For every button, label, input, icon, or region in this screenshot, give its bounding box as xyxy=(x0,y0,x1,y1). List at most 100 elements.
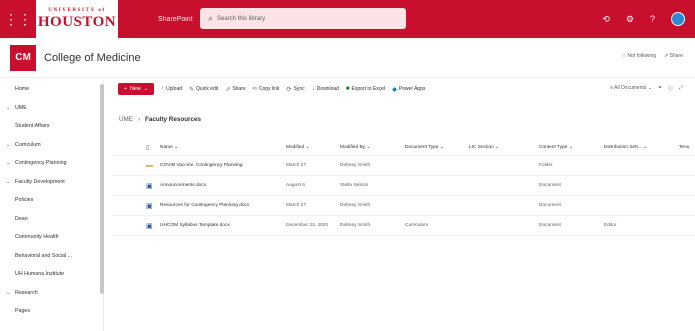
row-distribution xyxy=(604,196,674,215)
avatar[interactable] xyxy=(671,12,685,26)
filter-icon[interactable]: ⏷ xyxy=(658,85,662,92)
share-button[interactable]: ⇗ Share xyxy=(225,86,245,93)
sidebar-item[interactable]: Student Affairs xyxy=(0,117,103,136)
table-row[interactable]: ▣ Announcements.docx August 6 Stella Nelson… xyxy=(112,176,695,196)
chevron-down-icon[interactable]: ⌄ xyxy=(6,290,12,296)
upload-button[interactable]: ↑ Upload xyxy=(161,86,182,92)
sidebar-item[interactable]: ⌄ Faculty Development xyxy=(0,173,103,192)
search-placeholder: Search this library xyxy=(217,15,266,22)
notifications-icon[interactable]: ⟲ xyxy=(602,14,610,25)
settings-icon[interactable]: ⚙ xyxy=(626,14,634,25)
breadcrumb: UME › Faculty Resources xyxy=(119,116,201,123)
row-name[interactable]: UHCOM Syllabus Template.docx xyxy=(160,216,272,235)
upload-icon: ↑ xyxy=(161,86,165,92)
share-site-button[interactable]: ⇗ Share xyxy=(664,53,683,59)
suite-actions: ⟲ ⚙ ? xyxy=(602,0,685,38)
file-type-icon[interactable]: ▯ xyxy=(146,140,156,155)
download-button[interactable]: ↓ Download xyxy=(312,86,339,92)
power-apps-button[interactable]: ◆ Power Apps xyxy=(392,86,425,93)
row-name[interactable]: Announcements.docx xyxy=(160,176,272,195)
sidebar-item[interactable]: UH Humana Institute xyxy=(0,265,103,284)
site-logo[interactable]: CM xyxy=(10,44,36,71)
view-selector[interactable]: ≡ All Documents ⌄ xyxy=(610,85,652,92)
sidebar-item[interactable]: Policies xyxy=(0,191,103,210)
view-selector-label: All Documents xyxy=(614,85,647,91)
sidebar-item-label: Student Affairs xyxy=(15,123,50,130)
new-button[interactable]: + New ⌄ xyxy=(118,83,155,95)
row-name[interactable]: Resources for Contingency Planning.docx xyxy=(160,196,272,215)
sidebar-item[interactable]: Home xyxy=(0,80,103,99)
row-content-type: Folder xyxy=(539,163,553,168)
not-following-button[interactable]: ☆ Not following xyxy=(622,53,657,59)
excel-icon: ■ xyxy=(345,86,350,92)
chevron-down-icon[interactable]: ⌄ xyxy=(6,160,12,166)
not-following-label: Not following xyxy=(627,53,657,59)
column-name-label: Name xyxy=(160,145,173,150)
column-document-type[interactable]: Document Type ⌄ xyxy=(405,140,457,155)
quick-edit-label: Quick edit xyxy=(196,86,219,92)
chevron-down-icon: ⌄ xyxy=(143,86,149,92)
nav-scrollbar[interactable] xyxy=(100,84,104,294)
quick-edit-button[interactable]: ✎ Quick edit xyxy=(189,86,218,93)
sidebar-item-label: Policies xyxy=(15,197,34,204)
sidebar-item[interactable]: ⌄ Curriculum xyxy=(0,136,103,155)
column-content-type[interactable]: Content Type ⌄ xyxy=(539,140,593,155)
sidebar-item[interactable]: Dean xyxy=(0,210,103,229)
sidebar-item[interactable]: Pages xyxy=(0,302,103,321)
export-excel-button[interactable]: ■ Export to Excel xyxy=(346,86,385,92)
row-lic-section xyxy=(469,196,519,215)
column-lic-section[interactable]: LIC Section ⌄ xyxy=(469,140,519,155)
app-launcher-icon[interactable]: ⋮⋮ xyxy=(0,0,36,38)
site-title[interactable]: College of Medicine xyxy=(44,52,141,64)
table-row[interactable]: ▬ COVID Vaccine, Contingency Planning Marc… xyxy=(112,156,695,176)
university-logo[interactable]: UNIVERSITY of HOUSTON xyxy=(36,0,118,38)
sidebar-item-label: Community Health xyxy=(15,234,59,241)
sidebar-item[interactable]: Behavioral and Social ... xyxy=(0,247,103,266)
suite-bar: ⋮⋮ UNIVERSITY of HOUSTON SharePoint ⌕ Se… xyxy=(0,0,695,38)
chevron-down-icon[interactable]: ⌄ xyxy=(6,142,12,148)
column-modified[interactable]: Modified ⌄ xyxy=(286,140,334,155)
share-label: Share xyxy=(232,86,246,92)
sidebar-item[interactable]: ⌄ UME xyxy=(0,99,103,118)
help-icon[interactable]: ? xyxy=(650,14,655,24)
table-row[interactable]: ▣ Resources for Contingency Planning.docx… xyxy=(112,196,695,216)
row-modified-by: Debney Smith xyxy=(340,223,371,228)
view-controls: ≡ All Documents ⌄ ⏷ ⓘ ⤢ xyxy=(610,85,683,92)
sidebar-item-label: Pages xyxy=(15,308,31,315)
column-modified-label: Modified xyxy=(286,145,305,150)
power-apps-label: Power Apps xyxy=(398,86,426,92)
chevron-down-icon[interactable]: ⌄ xyxy=(6,105,12,111)
column-modified-by-label: Modified By xyxy=(340,145,366,150)
word-document-icon: ▣ xyxy=(146,182,153,190)
breadcrumb-root[interactable]: UME xyxy=(119,116,133,123)
column-overflow[interactable]: Tenu xyxy=(679,140,695,155)
search-box[interactable]: ⌕ Search this library xyxy=(200,8,406,29)
sidebar-item[interactable]: Community Health xyxy=(0,228,103,247)
sidebar-item-label: Behavioral and Social ... xyxy=(15,252,73,259)
row-document-type xyxy=(405,156,457,175)
row-document-type xyxy=(405,196,457,215)
info-icon[interactable]: ⓘ xyxy=(668,85,673,92)
column-name[interactable]: Name ⌄ xyxy=(160,140,272,155)
table-row[interactable]: ▣ UHCOM Syllabus Template.docx December 23… xyxy=(112,216,695,236)
sidebar-item[interactable]: ⌄ Contingency Planning xyxy=(0,154,103,173)
sidebar-item[interactable]: ⌄ Research xyxy=(0,284,103,303)
sidebar-item-label: Contingency Planning xyxy=(15,160,67,167)
expand-icon[interactable]: ⤢ xyxy=(679,85,683,92)
site-header: CM College of Medicine ☆ Not following ⇗… xyxy=(0,38,695,78)
row-name[interactable]: COVID Vaccine, Contingency Planning xyxy=(160,156,272,175)
left-navigation: Home ⌄ UME Student Affairs ⌄ Curriculum ⌄ Conti… xyxy=(0,80,104,331)
sync-button[interactable]: ⟳ Sync xyxy=(287,86,305,93)
chevron-down-icon[interactable]: ⌄ xyxy=(6,179,12,185)
column-distribution[interactable]: Distribution Sett... ⌄ xyxy=(604,140,674,155)
copy-link-button[interactable]: ∞ Copy link xyxy=(253,86,280,92)
column-modified-by[interactable]: Modified By ⌄ xyxy=(340,140,390,155)
command-bar: + New ⌄ ↑ Upload ✎ Quick edit ⇗ Share ∞ Copy… xyxy=(112,80,695,98)
app-name[interactable]: SharePoint xyxy=(158,16,193,23)
new-label: New xyxy=(130,86,141,92)
row-document-type xyxy=(405,176,457,195)
share-icon: ⇗ xyxy=(225,86,231,93)
row-content-type: Document xyxy=(539,183,561,188)
row-modified: August 6 xyxy=(286,183,305,188)
row-distribution: Editor xyxy=(604,223,617,228)
